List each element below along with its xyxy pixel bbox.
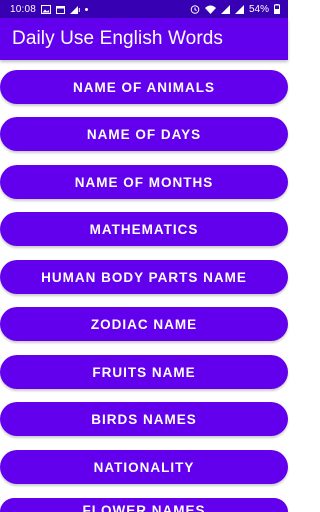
signal-alert-icon (70, 5, 80, 14)
status-bar: 10:08 54% (0, 0, 288, 18)
button-label: NAME OF DAYS (86, 126, 202, 142)
button-label: MATHEMATICS (89, 221, 199, 237)
calendar-icon (56, 5, 66, 14)
mathematics-button[interactable]: MATHEMATICS (0, 212, 288, 246)
birds-names-button[interactable]: BIRDS NAMES (0, 402, 288, 436)
signal-icon (220, 4, 230, 14)
page-title: Daily Use English Words (12, 28, 224, 49)
button-label: BIRDS NAMES (91, 411, 197, 427)
fruits-name-button[interactable]: FRUITS NAME (0, 355, 288, 389)
button-label: ZODIAC NAME (90, 316, 198, 332)
name-of-days-button[interactable]: NAME OF DAYS (0, 117, 288, 151)
button-label: HUMAN BODY PARTS NAME (41, 269, 247, 285)
human-body-parts-button[interactable]: HUMAN BODY PARTS NAME (0, 260, 288, 294)
button-label: NAME OF ANIMALS (73, 79, 215, 95)
button-label: FLOWER NAMES (82, 503, 206, 512)
button-label: NAME OF MONTHS (74, 174, 214, 190)
dot-icon (85, 7, 89, 11)
status-left: 10:08 (10, 3, 89, 15)
alarm-icon (190, 4, 200, 14)
nationality-button[interactable]: NATIONALITY (0, 450, 288, 484)
signal-icon-2 (234, 4, 244, 14)
button-label: FRUITS NAME (92, 364, 196, 380)
name-of-animals-button[interactable]: NAME OF ANIMALS (0, 70, 288, 104)
app-bar: Daily Use English Words (0, 18, 288, 60)
name-of-months-button[interactable]: NAME OF MONTHS (0, 165, 288, 199)
zodiac-name-button[interactable]: ZODIAC NAME (0, 307, 288, 341)
flower-names-button[interactable]: FLOWER NAMES (0, 498, 288, 512)
status-time: 10:08 (10, 3, 37, 15)
button-label: NATIONALITY (93, 459, 195, 475)
wifi-icon (204, 5, 216, 14)
battery-icon (274, 4, 280, 14)
battery-percent: 54% (248, 3, 269, 15)
status-right: 54% (190, 4, 280, 15)
image-icon (41, 4, 52, 14)
